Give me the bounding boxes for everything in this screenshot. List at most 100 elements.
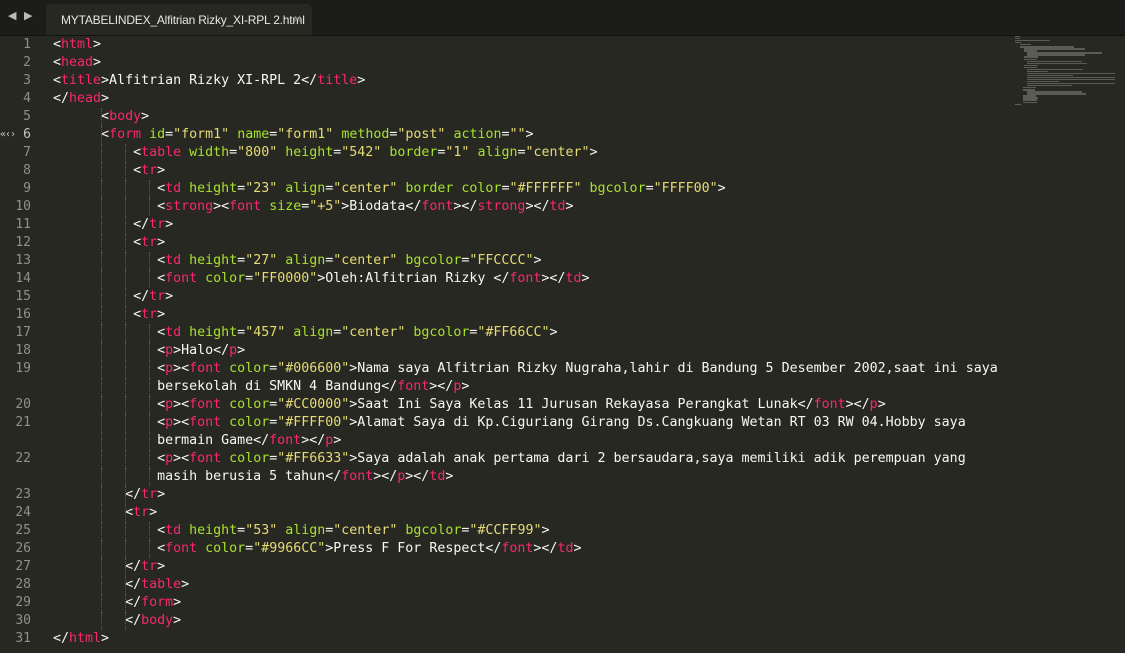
tab-bar: ◀ ▶ MYTABELINDEX_Alfitrian Rizky_XI-RPL …	[0, 0, 1125, 36]
code-line[interactable]: bersekolah di SMKN 4 Bandung</font></p>	[53, 378, 1005, 396]
code-line[interactable]: <body>	[53, 108, 1005, 126]
tag-token: font	[421, 199, 454, 214]
line-number: 18	[15, 343, 31, 358]
string-token: "FF0000"	[253, 271, 318, 286]
indent-guide	[101, 342, 102, 360]
text-token: >	[237, 343, 246, 358]
text-token: ></	[301, 433, 326, 448]
code-line[interactable]: <p><font color="#FFFF00">Alamat Saya di …	[53, 414, 1005, 432]
text-token: =	[245, 271, 254, 286]
indent-guide	[125, 162, 126, 180]
text-token: >	[461, 379, 470, 394]
chevron-left-icon[interactable]: ◀	[8, 9, 16, 22]
string-token: "+5"	[309, 199, 342, 214]
code-line[interactable]: <strong><font size="+5">Biodata</font></…	[53, 198, 1005, 216]
code-line[interactable]: <p>Halo</p>	[53, 342, 1005, 360]
attribute-token: color	[229, 415, 270, 430]
code-line[interactable]: <font color="FF0000">Oleh:Alfitrian Rizk…	[53, 270, 1005, 288]
chevron-right-icon[interactable]: ▶	[24, 9, 32, 22]
tag-token: font	[165, 541, 198, 556]
code-line[interactable]: <td height="23" align="center" border co…	[53, 180, 1005, 198]
text-token: ></	[429, 379, 454, 394]
code-line[interactable]: <td height="457" align="center" bgcolor=…	[53, 324, 1005, 342]
code-line[interactable]: <head>	[53, 54, 1005, 72]
indent-guide	[125, 324, 126, 342]
code-line[interactable]: </html>	[53, 630, 1005, 648]
indent-guide	[101, 288, 102, 306]
code-line[interactable]: </table>	[53, 576, 1005, 594]
indent-guide	[125, 558, 126, 576]
tag-token: td	[165, 181, 182, 196]
text-token: <	[133, 163, 142, 178]
code-line[interactable]: bermain Game</font></p>	[53, 432, 1005, 450]
indent-guide	[101, 612, 102, 630]
code-line[interactable]: <table width="800" height="542" border="…	[53, 144, 1005, 162]
text-token: >	[157, 307, 166, 322]
code-line[interactable]: <p><font color="#006600">Nama saya Alfit…	[53, 360, 1005, 378]
text-token: =	[237, 325, 246, 340]
indent-guide	[101, 450, 102, 468]
code-line[interactable]: </tr>	[53, 558, 1005, 576]
text-token: masih berusia 5 tahun</	[157, 469, 342, 484]
code-line[interactable]: <tr>	[53, 504, 1005, 522]
indent-guide	[101, 540, 102, 558]
tag-token: body	[109, 109, 142, 124]
text-token: </	[125, 613, 142, 628]
text-token: >	[93, 55, 102, 70]
code-line[interactable]: <td height="53" align="center" bgcolor="…	[53, 522, 1005, 540]
indent-guide	[149, 414, 150, 432]
text-token: <	[133, 235, 142, 250]
editor-tab[interactable]: MYTABELINDEX_Alfitrian Rizky_XI-RPL 2.ht…	[46, 4, 312, 35]
text-token: >Saat Ini Saya Kelas 11 Jurusan Rekayasa…	[349, 397, 814, 412]
close-icon[interactable]: ×	[293, 12, 302, 25]
indent-guide	[149, 378, 150, 396]
text-token: <	[101, 127, 110, 142]
attribute-token: color	[229, 361, 270, 376]
tag-token: p	[229, 343, 238, 358]
text-token: >Oleh:Alfitrian Rizky </	[317, 271, 510, 286]
code-line[interactable]: masih berusia 5 tahun</font></p></td>	[53, 468, 1005, 486]
tag-token: p	[165, 451, 174, 466]
code-line[interactable]: </form>	[53, 594, 1005, 612]
code-line[interactable]: <tr>	[53, 234, 1005, 252]
code-line[interactable]: <html>	[53, 36, 1005, 54]
code-line[interactable]: <p><font color="#FF6633">Saya adalah ana…	[53, 450, 1005, 468]
code-line[interactable]: <tr>	[53, 162, 1005, 180]
code-line[interactable]: <font color="#9966CC">Press F For Respec…	[53, 540, 1005, 558]
string-token: "center"	[333, 181, 398, 196]
string-token: "center"	[333, 523, 398, 538]
tag-token: html	[61, 37, 94, 52]
indent-guide	[101, 144, 102, 162]
text-token: =	[165, 127, 174, 142]
bookmark-icon[interactable]: «‹›	[0, 126, 16, 144]
attribute-token: color	[205, 541, 246, 556]
code-line[interactable]: </head>	[53, 90, 1005, 108]
string-token: "FFCCCC"	[469, 253, 534, 268]
tag-token: font	[341, 469, 374, 484]
code-line[interactable]: <form id="form1" name="form1" method="po…	[53, 126, 1005, 144]
code-line[interactable]: </body>	[53, 612, 1005, 630]
code-line[interactable]: <tr>	[53, 306, 1005, 324]
code-editor[interactable]: <html> <head> <title>Alfitrian Rizky XI-RP…	[53, 36, 1005, 648]
text-token: >	[149, 505, 158, 520]
code-line[interactable]: <p><font color="#CC0000">Saat Ini Saya K…	[53, 396, 1005, 414]
attribute-token: color	[229, 397, 270, 412]
indent-guide	[125, 432, 126, 450]
code-line[interactable]: </tr>	[53, 288, 1005, 306]
indent-guide	[149, 450, 150, 468]
code-line[interactable]: <title>Alfitrian Rizky XI-RPL 2</title>	[53, 72, 1005, 90]
attribute-token: align	[285, 181, 326, 196]
code-line[interactable]: </tr>	[53, 216, 1005, 234]
text-token: ><	[173, 415, 190, 430]
line-number: 4	[23, 91, 31, 106]
text-token: </	[125, 595, 142, 610]
code-line[interactable]: <td height="27" align="center" bgcolor="…	[53, 252, 1005, 270]
indent-guide	[125, 234, 126, 252]
text-token: <	[157, 343, 166, 358]
code-line[interactable]: </tr>	[53, 486, 1005, 504]
minimap[interactable]	[1015, 36, 1115, 106]
text-token: >	[717, 181, 726, 196]
